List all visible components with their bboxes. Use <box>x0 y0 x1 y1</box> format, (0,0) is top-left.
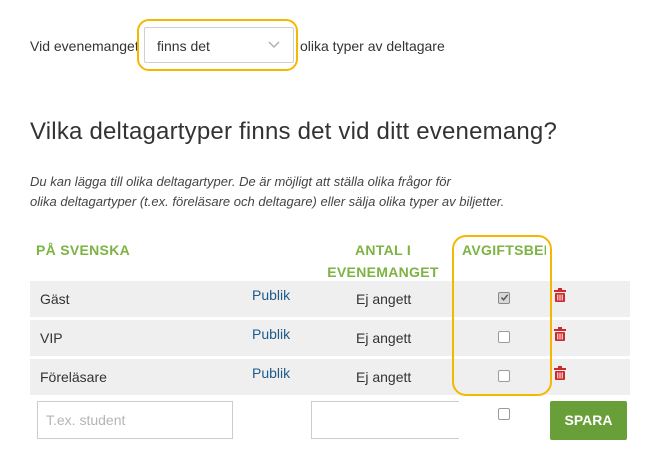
trash-icon[interactable] <box>554 288 566 302</box>
attendance-select[interactable]: finns det <box>144 27 294 63</box>
column-header-name: PÅ SVENSKA <box>36 242 131 258</box>
help-line-1: Du kan lägga till olika deltagartyper. D… <box>30 174 451 189</box>
chevron-down-icon <box>268 41 280 49</box>
table-row: VIP Publik Ej angett <box>30 320 630 356</box>
row-audience-link[interactable]: Publik <box>252 287 290 303</box>
attendance-prefix: Vid evenemanget <box>30 38 139 54</box>
attendance-select-value: finns det <box>157 38 210 54</box>
row-name: VIP <box>40 330 63 346</box>
help-text: Du kan lägga till olika deltagartyper. D… <box>30 172 550 212</box>
row-audience-link[interactable]: Publik <box>252 365 290 381</box>
new-type-name-input[interactable] <box>37 401 233 439</box>
row-name: Föreläsare <box>40 369 107 385</box>
attendance-suffix: olika typer av deltagare <box>300 38 445 54</box>
checkmark-icon <box>500 294 509 301</box>
fee-checkbox[interactable] <box>498 292 510 304</box>
row-count: Ej angett <box>356 330 412 346</box>
row-count: Ej angett <box>356 369 412 385</box>
column-header-count: ANTAL I EVENEMANGET <box>327 242 439 277</box>
trash-icon[interactable] <box>554 327 566 341</box>
row-name: Gäst <box>40 291 70 307</box>
column-header-fee: AVGIFTSBELAGD <box>462 242 546 258</box>
table-row: Föreläsare Publik Ej angett <box>30 359 630 395</box>
page-title: Vilka deltagartyper finns det vid ditt e… <box>30 118 558 145</box>
help-line-2: olika deltagartyper (t.ex. föreläsare oc… <box>30 194 505 209</box>
fee-checkbox[interactable] <box>498 331 510 343</box>
save-button[interactable]: SPARA <box>550 401 627 440</box>
new-type-fee-checkbox[interactable] <box>498 408 510 420</box>
new-type-count-input[interactable] <box>311 401 459 439</box>
table-row: Gäst Publik Ej angett <box>30 281 630 317</box>
row-count: Ej angett <box>356 291 412 307</box>
row-audience-link[interactable]: Publik <box>252 326 290 342</box>
fee-checkbox[interactable] <box>498 370 510 382</box>
trash-icon[interactable] <box>554 366 566 380</box>
